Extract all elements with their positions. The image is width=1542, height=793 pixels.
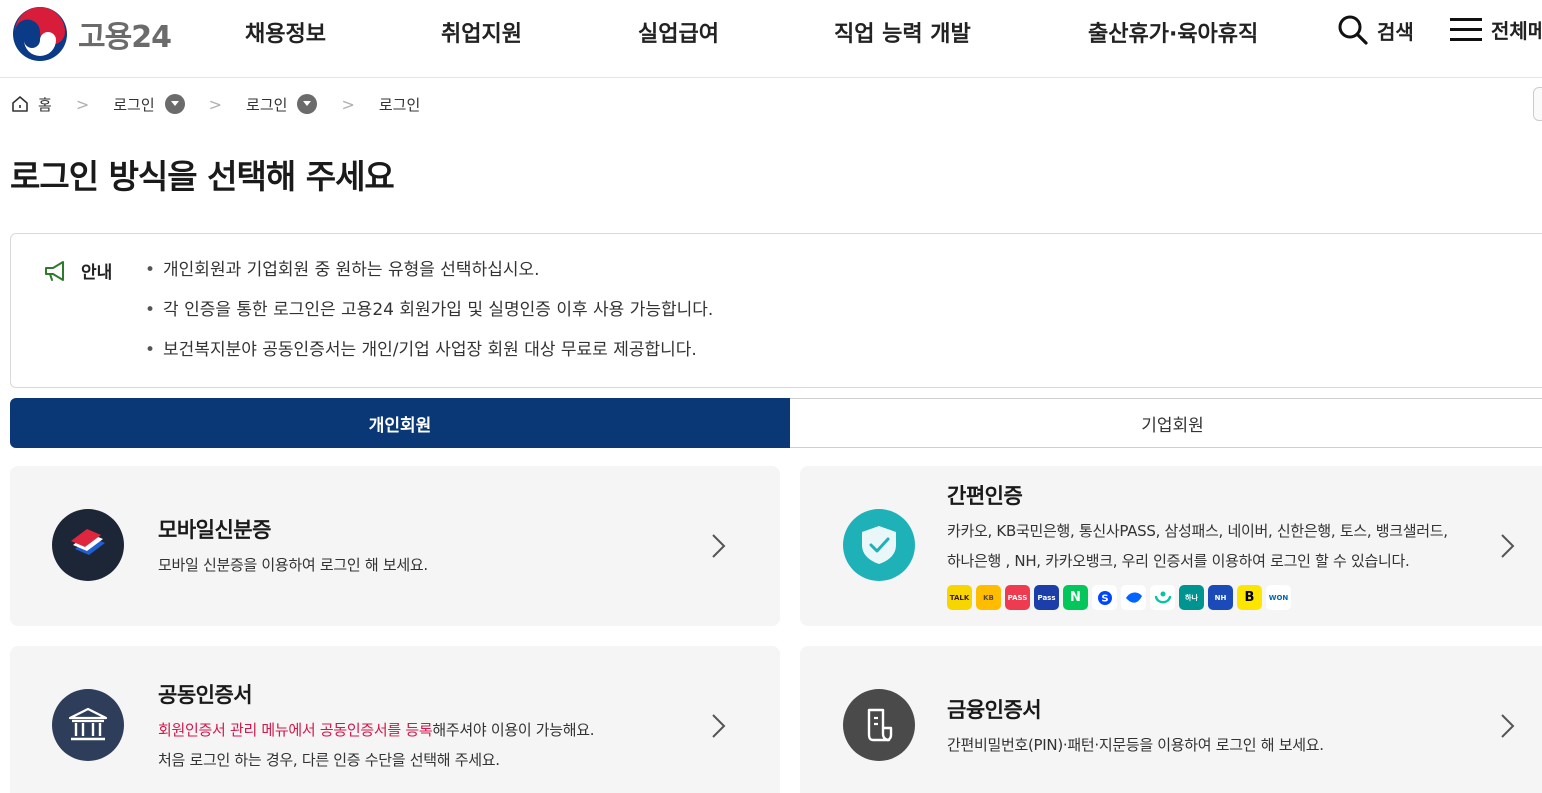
breadcrumb-item-label: 로그인 [378,95,421,114]
breadcrumb-item-1[interactable]: 로그인 [113,94,185,115]
breadcrumb-home-label: 홈 [38,95,52,114]
site-logo[interactable]: 고용24 [12,6,172,62]
page-title: 로그인 방식을 선택해 주세요 [10,157,395,196]
breadcrumb-separator-icon: > [208,94,223,114]
site-header: 고용24 채용정보 취업지원 실업급여 직업 능력 개발 출산휴가·육아휴직 검… [0,0,1542,78]
card-description: 모바일 신분증을 이용하여 로그인 해 보세요. [158,556,428,574]
chevron-right-icon [712,714,726,738]
logo-text: 고용24 [78,20,172,55]
shinhan-bank-icon: S [1092,585,1117,610]
breadcrumb-item-label: 로그인 [246,95,288,114]
notice-header: 안내 [43,258,112,283]
login-option-financial-certificate[interactable]: 금융인증서 간편비밀번호(PIN)·패턴·지문등을 이용하여 로그인 해 보세요… [800,646,1542,793]
breadcrumb-separator-icon: > [75,94,90,114]
pass-icon: PASS [1005,585,1030,610]
chevron-right-icon [1501,714,1515,738]
hamburger-menu-icon [1450,18,1482,41]
tab-business-member[interactable]: 기업회원 [790,398,1542,448]
kb-bank-icon: KB [976,585,1001,610]
nav-job-info[interactable]: 채용정보 [245,16,326,48]
svg-text:S: S [1101,593,1108,604]
banksalad-icon [1150,585,1175,610]
login-option-simple-auth[interactable]: 간편인증 카카오, KB국민은행, 통신사PASS, 삼성패스, 네이버, 신한… [800,466,1542,626]
breadcrumb-home[interactable]: 홈 [10,94,52,115]
nav-employment-support[interactable]: 취업지원 [441,16,522,48]
member-type-tabs: 개인회원 기업회원 [10,398,1542,448]
megaphone-icon [45,260,64,281]
nav-parental-leave[interactable]: 출산휴가·육아휴직 [1088,16,1258,48]
auth-provider-list: TALK KB PASS Pass N S 하나 NH B WON [947,585,1295,610]
card-description-text: 해주셔야 이용이 가능해요. [432,721,595,739]
breadcrumb-separator-icon: > [341,94,355,114]
document-icon [843,689,915,761]
nav-skill-development[interactable]: 직업 능력 개발 [834,16,971,48]
card-description: 간편비밀번호(PIN)·패턴·지문등을 이용하여 로그인 해 보세요. [947,736,1324,754]
login-option-joint-certificate[interactable]: 공동인증서 회원인증서 관리 메뉴에서 공동인증서를 등록해주셔야 이용이 가능… [10,646,780,793]
nh-bank-icon: NH [1208,585,1233,610]
notice-list: 개인회원과 기업회원 중 원하는 유형을 선택하십시오. 각 인증을 통한 로그… [145,258,713,378]
chevron-down-icon[interactable] [297,94,318,114]
card-description: 카카오, KB국민은행, 통신사PASS, 삼성패스, 네이버, 신한은행, 토… [947,522,1448,570]
notice-label: 안내 [81,263,113,283]
card-description-emphasis: 회원인증서 관리 메뉴에서 공동인증서를 등록 [158,721,433,739]
chevron-right-icon [1501,534,1515,558]
hana-bank-icon: 하나 [1179,585,1204,610]
kakao-talk-icon: TALK [947,585,972,610]
search-label: 검색 [1377,19,1414,44]
card-title: 모바일신분증 [158,518,271,542]
card-title: 간편인증 [947,484,1023,508]
card-description: 회원인증서 관리 메뉴에서 공동인증서를 등록해주셔야 이용이 가능해요. 처음… [158,715,698,775]
card-title: 공동인증서 [158,683,253,707]
chevron-right-icon [712,534,726,558]
search-icon [1338,15,1368,45]
naver-icon: N [1063,585,1088,610]
breadcrumb-item-2[interactable]: 로그인 [246,94,318,115]
mobile-id-icon [52,509,124,581]
card-description-secondary: 처음 로그인 하는 경우, 다른 인증 수단을 선택해 주세요. [158,751,500,769]
all-menu-button[interactable]: 전체메뉴 [1449,14,1542,44]
nav-unemployment-benefit[interactable]: 실업급여 [638,16,719,48]
chevron-down-icon[interactable] [164,94,185,114]
all-menu-label: 전체메뉴 [1491,18,1542,43]
kakaobank-icon: B [1237,585,1262,610]
card-title: 금융인증서 [947,698,1042,722]
toss-icon [1121,585,1146,610]
notice-box: 안내 개인회원과 기업회원 중 원하는 유형을 선택하십시오. 각 인증을 통한… [10,233,1542,388]
breadcrumb-item-label: 로그인 [113,95,155,114]
woori-won-icon: WON [1266,585,1291,610]
notice-item: 개인회원과 기업회원 중 원하는 유형을 선택하십시오. [145,258,713,298]
shield-check-icon [843,509,915,581]
login-option-mobile-id[interactable]: 모바일신분증 모바일 신분증을 이용하여 로그인 해 보세요. [10,466,780,626]
samsung-pass-icon: Pass [1034,585,1059,610]
bank-icon [52,689,124,761]
taegeuk-logo-icon [13,7,67,61]
notice-item: 각 인증을 통한 로그인은 고용24 회원가입 및 실명인증 이후 사용 가능합… [145,298,713,338]
search-button[interactable]: 검색 [1337,14,1414,46]
tab-personal-member[interactable]: 개인회원 [10,398,790,448]
breadcrumb: 홈 > 로그인 > 로그인 > 로그인 [10,92,420,116]
home-icon [12,96,28,112]
side-action-button[interactable] [1533,87,1542,121]
breadcrumb-item-3: 로그인 [379,94,420,115]
notice-item: 보건복지분야 공동인증서는 개인/기업 사업장 회원 대상 무료로 제공합니다. [145,338,713,378]
